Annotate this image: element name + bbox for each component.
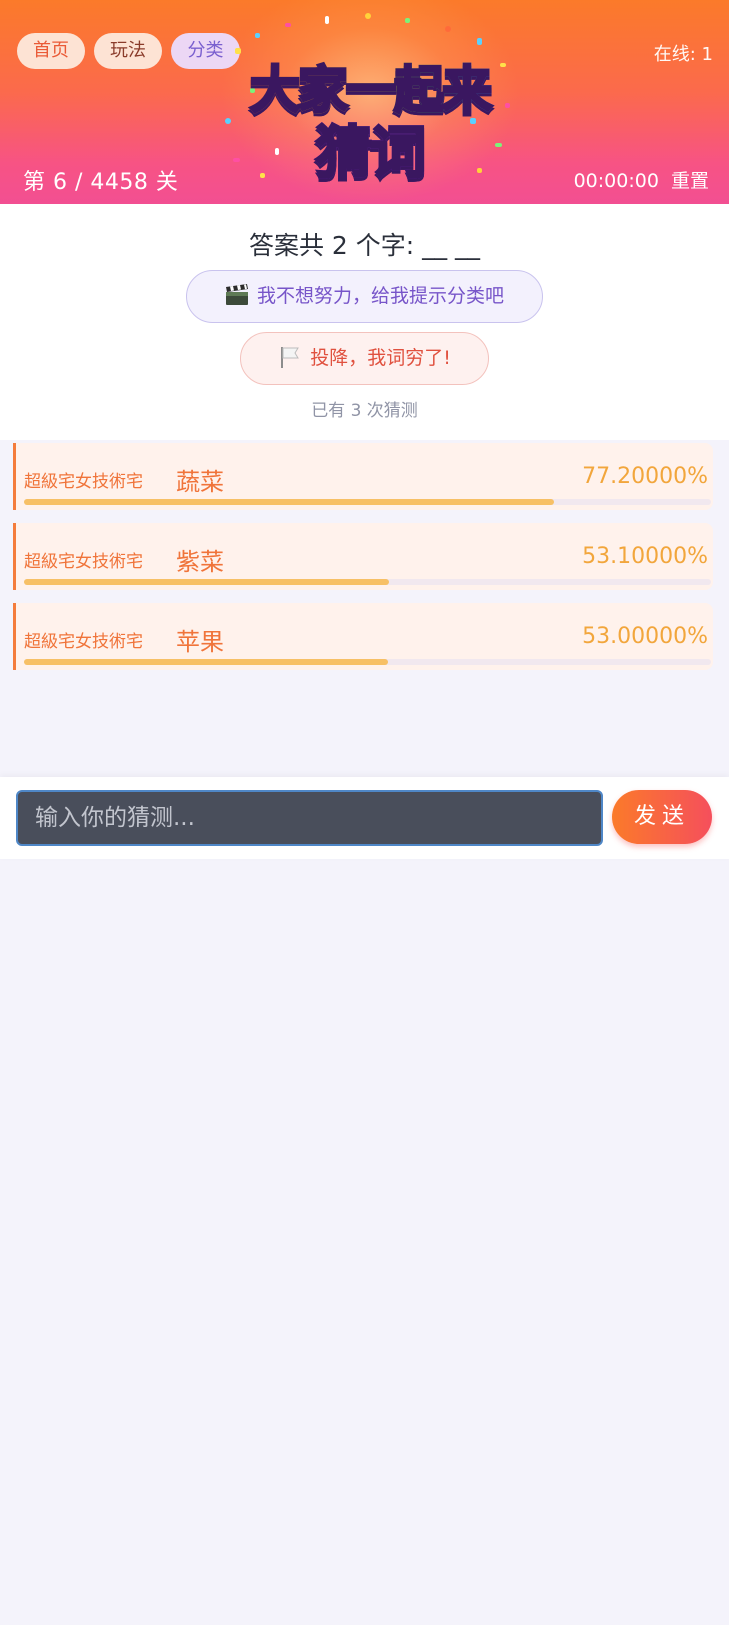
guess-similarity-score: 77.20000%	[582, 464, 708, 489]
guess-input[interactable]	[16, 790, 603, 846]
nav-rules-button[interactable]: 玩法	[94, 33, 162, 69]
similarity-bar-fill	[24, 579, 389, 585]
similarity-bar-fill	[24, 659, 389, 665]
game-logo: 大家一起来 猜词	[215, 8, 525, 198]
answer-panel: 答案共 2 个字: __ __ 我不想努力，给我提示分类吧 投降，我词穷了! 已…	[0, 204, 729, 440]
guess-similarity-score: 53.00000%	[582, 624, 708, 649]
guess-count: 已有 3 次猜测	[311, 401, 418, 421]
guess-list: 超級宅女技術宅 蔬菜 77.20000% 超級宅女技術宅 紫菜 53.10000…	[13, 443, 713, 683]
guess-username: 超級宅女技術宅	[24, 472, 143, 492]
nav-home-button[interactable]: 首页	[17, 33, 85, 69]
reset-button[interactable]: 重置	[671, 170, 709, 192]
hint-category-button[interactable]: 我不想努力，给我提示分类吧	[186, 270, 543, 323]
surrender-button[interactable]: 投降，我词穷了!	[240, 332, 489, 385]
guess-row: 超級宅女技術宅 蔬菜 77.20000%	[13, 443, 713, 510]
guess-row: 超級宅女技術宅 苹果 53.00000%	[13, 603, 713, 670]
timer-display: 00:00:00	[573, 170, 659, 192]
clapperboard-icon	[225, 284, 248, 305]
timer-group: 00:00:00 重置	[568, 166, 709, 193]
guess-username: 超級宅女技術宅	[24, 552, 143, 572]
online-count: 在线: 1	[653, 44, 713, 65]
guess-similarity-score: 53.10000%	[582, 544, 708, 569]
guess-row: 超級宅女技術宅 紫菜 53.10000%	[13, 523, 713, 590]
similarity-bar-fill	[24, 499, 555, 505]
guess-word: 苹果	[176, 628, 224, 656]
guess-word: 蔬菜	[176, 468, 224, 496]
white-flag-icon	[281, 347, 300, 368]
send-button[interactable]: 发送	[612, 790, 712, 844]
similarity-bar-track	[24, 579, 711, 585]
similarity-bar-track	[24, 499, 711, 505]
surrender-button-label: 投降，我词穷了!	[310, 347, 451, 369]
input-bar: 发送	[0, 777, 729, 859]
guess-username: 超級宅女技術宅	[24, 632, 143, 652]
answer-length-title: 答案共 2 个字: __ __	[248, 231, 481, 260]
similarity-bar-track	[24, 659, 711, 665]
guess-word: 紫菜	[176, 548, 224, 576]
header-banner: 首页 玩法 分类 大家一起来 猜词 在线: 1 第 6 / 4458 关 00:…	[0, 0, 729, 204]
level-indicator: 第 6 / 4458 关	[23, 170, 179, 195]
logo-title-bottom: 猜词	[215, 108, 525, 189]
hint-button-label: 我不想努力，给我提示分类吧	[256, 285, 504, 307]
